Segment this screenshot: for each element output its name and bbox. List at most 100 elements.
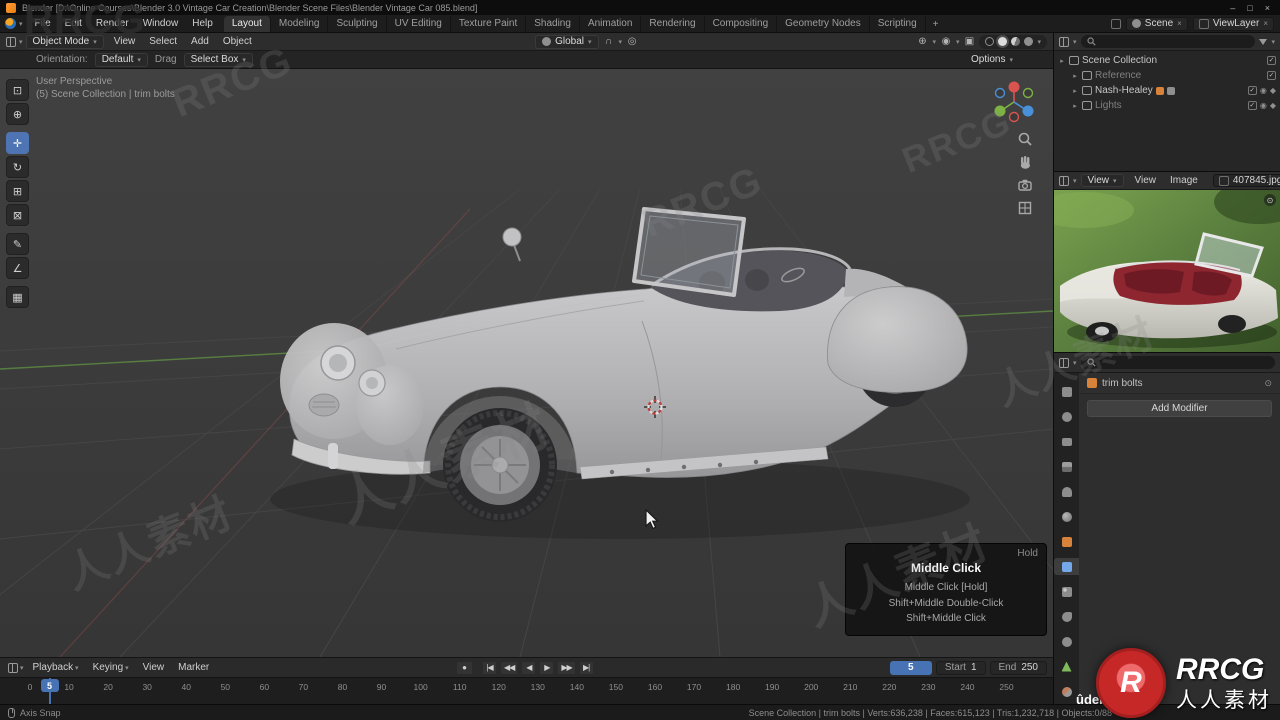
workspace-tab-scripting[interactable]: Scripting — [870, 16, 926, 32]
show-gizmo-icon[interactable]: ⊕ — [915, 35, 929, 49]
next-keyframe-button[interactable]: ▶▶ — [557, 660, 576, 675]
timeline-editor-icon[interactable] — [8, 662, 18, 673]
pin-id-icon[interactable]: ⊙ — [1264, 378, 1272, 389]
add-workspace-button[interactable]: + — [926, 17, 946, 32]
xray-toggle-icon[interactable]: ▣ — [962, 35, 976, 49]
maximize-button[interactable]: □ — [1247, 3, 1252, 13]
props-tab-world[interactable] — [1054, 508, 1079, 525]
cursor-tool[interactable]: ⊕ — [6, 103, 29, 125]
camera-icon[interactable]: ◆ — [1270, 101, 1276, 110]
camera-icon[interactable]: ◆ — [1270, 86, 1276, 95]
props-tab-render[interactable] — [1054, 408, 1079, 425]
mode-dropdown[interactable]: Object Mode ▾ — [25, 34, 104, 49]
eye-icon[interactable]: ◉ — [1260, 86, 1267, 95]
jump-to-start-button[interactable]: |◀ — [482, 660, 497, 675]
select-box-tool[interactable]: ⊡ — [6, 79, 29, 101]
workspace-tab-shading[interactable]: Shading — [526, 16, 580, 32]
current-frame-field[interactable]: 5 — [889, 660, 932, 675]
disclosure-triangle-icon[interactable]: ▸ — [1058, 57, 1066, 65]
timeline-menu-keying[interactable]: Keying — [86, 662, 136, 673]
start-frame-field[interactable]: Start 1 — [935, 660, 986, 675]
props-tab-modifiers[interactable] — [1054, 558, 1079, 575]
orientation-default-dropdown[interactable]: Default ▾ — [94, 52, 148, 67]
pin-icon[interactable]: ⊙ — [1264, 194, 1276, 206]
pan-hand-icon[interactable] — [1017, 154, 1033, 170]
checkbox-icon[interactable]: ✓ — [1247, 101, 1257, 110]
camera-view-icon[interactable] — [1017, 177, 1033, 193]
menu-help[interactable]: Help — [185, 18, 220, 29]
filter-icon[interactable] — [1259, 38, 1268, 45]
menu-window[interactable]: Window — [136, 18, 186, 29]
outliner-item-nash-healey[interactable]: ▸ Nash-Healey ✓ ◉ ◆ — [1054, 83, 1280, 98]
unlink-scene-icon[interactable]: × — [1177, 19, 1182, 28]
navigation-gizmo[interactable] — [991, 79, 1037, 125]
outliner-editor-icon[interactable] — [1059, 36, 1069, 47]
add-modifier-button[interactable]: Add Modifier — [1087, 400, 1272, 417]
image-menu-view[interactable]: View — [1128, 175, 1164, 186]
properties-search-input[interactable] — [1080, 356, 1275, 369]
close-button[interactable]: × — [1265, 3, 1270, 13]
workspace-tab-uv-editing[interactable]: UV Editing — [387, 16, 451, 32]
add-cube-tool[interactable]: ▦ — [6, 286, 29, 308]
reference-image-view[interactable]: ⊙ — [1054, 190, 1280, 353]
props-tab-object-data[interactable] — [1054, 658, 1079, 675]
proportional-edit-icon[interactable]: ◎ — [625, 35, 639, 49]
properties-editor-icon[interactable] — [1059, 357, 1069, 368]
workspace-tab-compositing[interactable]: Compositing — [705, 16, 778, 32]
status-icon[interactable] — [1110, 18, 1121, 29]
checkbox-icon[interactable]: ✓ — [1267, 71, 1276, 80]
prev-frame-button[interactable]: ◀ — [521, 660, 537, 675]
workspace-tab-sculpting[interactable]: Sculpting — [328, 16, 387, 32]
solid-shading-button[interactable] — [998, 37, 1008, 46]
show-overlays-icon[interactable]: ◉ — [939, 35, 953, 49]
workspace-tab-texture-paint[interactable]: Texture Paint — [451, 16, 527, 32]
measure-tool[interactable]: ∠ — [6, 257, 29, 279]
disclosure-triangle-icon[interactable]: ▸ — [1071, 102, 1079, 110]
checkbox-icon[interactable]: ✓ — [1247, 86, 1257, 95]
props-tab-constraints[interactable] — [1054, 633, 1079, 650]
scene-selector[interactable]: Scene × — [1125, 16, 1188, 31]
props-tab-view-layer[interactable] — [1054, 458, 1079, 475]
image-datablock[interactable]: 407845.jpg × — [1212, 174, 1280, 187]
timeline-menu-playback[interactable]: Playback — [26, 662, 86, 673]
viewport-menu-object[interactable]: Object — [216, 36, 259, 47]
outliner-item-scene-collection[interactable]: ▸ Scene Collection ✓ — [1054, 53, 1280, 68]
disclosure-triangle-icon[interactable]: ▸ — [1071, 72, 1079, 80]
annotate-tool[interactable]: ✎ — [6, 233, 29, 255]
props-tab-output[interactable] — [1054, 433, 1079, 450]
workspace-tab-layout[interactable]: Layout — [223, 16, 271, 32]
minimize-button[interactable]: – — [1230, 3, 1235, 13]
eye-icon[interactable]: ◉ — [1260, 101, 1267, 110]
props-tab-scene[interactable] — [1054, 483, 1079, 500]
transform-tool[interactable]: ⊠ — [6, 204, 29, 226]
props-tab-object[interactable] — [1054, 533, 1079, 550]
viewport-menu-view[interactable]: View — [107, 36, 143, 47]
end-frame-field[interactable]: End 250 — [989, 660, 1047, 675]
workspace-tab-geometry-nodes[interactable]: Geometry Nodes — [777, 16, 870, 32]
viewport-menu-add[interactable]: Add — [184, 36, 216, 47]
zoom-icon[interactable] — [1017, 131, 1033, 147]
viewport-menu-select[interactable]: Select — [142, 36, 184, 47]
material-preview-button[interactable] — [1011, 37, 1021, 46]
menu-file[interactable]: File — [28, 18, 58, 29]
props-tab-tool[interactable] — [1054, 383, 1079, 400]
outliner-item-reference[interactable]: ▸ Reference ✓ — [1054, 68, 1280, 83]
viewlayer-selector[interactable]: ViewLayer × — [1192, 16, 1274, 31]
jump-to-end-button[interactable]: ▶| — [578, 660, 594, 675]
snap-magnet-icon[interactable]: ∩ — [602, 35, 616, 49]
timeline-menu-marker[interactable]: Marker — [171, 662, 216, 673]
auto-keying-button[interactable]: ● — [456, 660, 473, 675]
workspace-tab-rendering[interactable]: Rendering — [641, 16, 705, 32]
outliner-search-input[interactable] — [1080, 35, 1256, 48]
image-mode-dropdown[interactable]: View ▾ — [1080, 174, 1124, 187]
editor-type-icon[interactable] — [6, 36, 16, 47]
rotate-tool[interactable]: ↻ — [6, 156, 29, 178]
move-tool[interactable]: ✛ — [6, 132, 29, 154]
outliner-item-lights[interactable]: ▸ Lights ✓ ◉ ◆ — [1054, 98, 1280, 113]
viewport-3d[interactable]: User Perspective (5) Scene Collection | … — [0, 69, 1053, 657]
image-editor-icon[interactable] — [1059, 175, 1069, 186]
menu-render[interactable]: Render — [89, 18, 136, 29]
prev-keyframe-button[interactable]: ◀◀ — [500, 660, 519, 675]
props-tab-physics[interactable] — [1054, 608, 1079, 625]
blender-menu-button[interactable]: ▾ — [0, 18, 28, 29]
